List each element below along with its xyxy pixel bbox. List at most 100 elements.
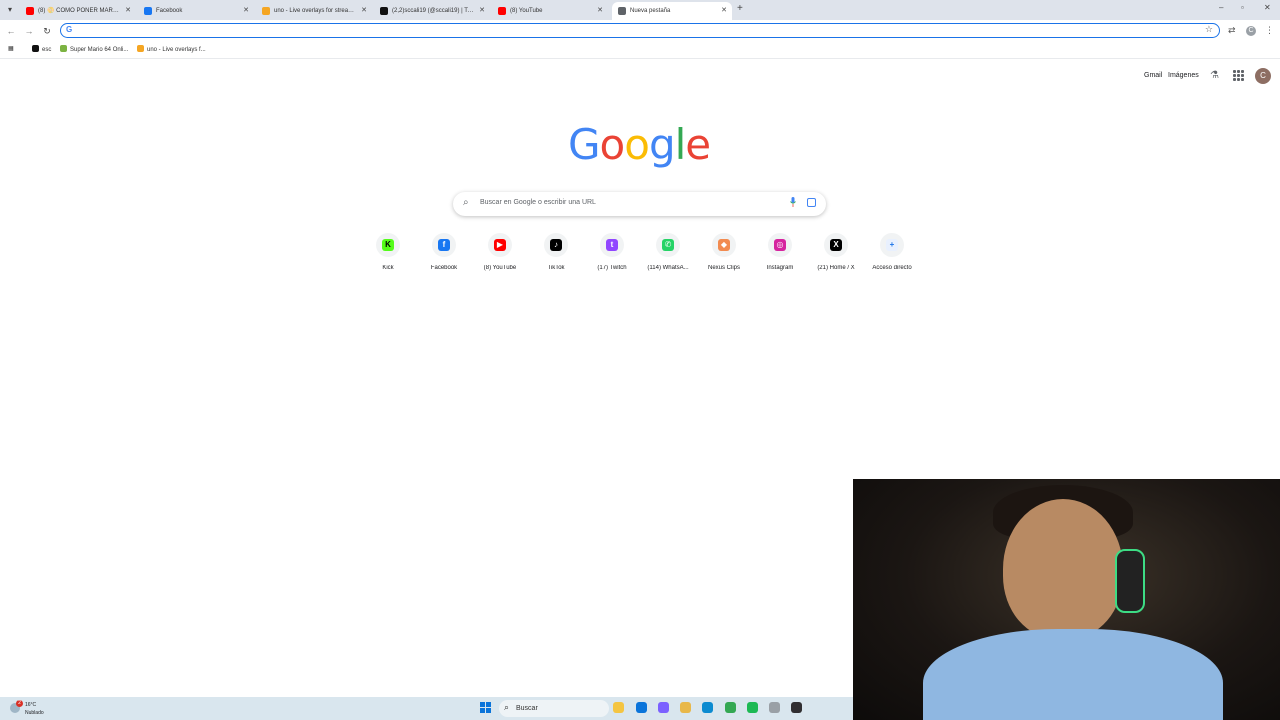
taskbar-app-file-explorer-icon[interactable] (613, 702, 624, 713)
tab-close-icon[interactable]: ✕ (242, 2, 250, 20)
shortcut-tile[interactable]: ✆ (114) WhatsA... (640, 233, 696, 275)
taskbar-search-label: Buscar (516, 705, 538, 712)
maximize-icon[interactable]: ▫ (1241, 3, 1244, 12)
bookmark-favicon-icon (32, 45, 39, 52)
address-bar[interactable]: G ☆ (60, 23, 1220, 38)
tab-favicon-icon (26, 7, 34, 15)
images-link[interactable]: Imágenes (1168, 72, 1199, 79)
shortcut-icon: f (438, 239, 450, 251)
browser-tab[interactable]: Nueva pestaña ✕ (612, 2, 732, 20)
shortcut-tile[interactable]: ♪ TikTok (528, 233, 584, 275)
tab-favicon-icon (262, 7, 270, 15)
shortcut-tile[interactable]: ◎ Instagram (752, 233, 808, 275)
tab-favicon-icon (498, 7, 506, 15)
taskbar-search[interactable]: ⌕ Buscar (499, 700, 609, 717)
windows-taskbar: 2 16°C Nublado ⌕ Buscar (0, 697, 853, 720)
taskbar-app-folder-icon[interactable] (680, 702, 691, 713)
tab-close-icon[interactable]: ✕ (720, 2, 728, 20)
logo-letter: g (648, 120, 676, 169)
logo-letter: o (599, 120, 626, 169)
taskbar-app-copilot-icon[interactable] (658, 702, 669, 713)
tab-title: (8) YouTube (510, 8, 543, 14)
tab-search-icon[interactable]: ▾ (4, 4, 16, 16)
taskbar-app-app-icon[interactable] (769, 702, 780, 713)
shortcut-icon: ♪ (550, 239, 562, 251)
voice-search-icon[interactable] (790, 197, 796, 207)
browser-tab[interactable]: Facebook ✕ (138, 2, 254, 20)
browser-toolbar: ← → ↻ G ☆ ⇄ ⋮ (0, 20, 1280, 42)
bookmark-label: esc (42, 47, 52, 53)
shortcut-circle: X (824, 233, 848, 257)
shortcut-circle: ◎ (768, 233, 792, 257)
profile-button[interactable]: C (1246, 26, 1256, 36)
shortcut-tile[interactable]: ▶ (8) YouTube (472, 233, 528, 275)
shortcut-circle: f (432, 233, 456, 257)
tab-title: Nueva pestaña (630, 8, 671, 14)
webcam-overlay (853, 479, 1280, 720)
shortcut-circle: t (600, 233, 624, 257)
browser-tab[interactable]: (2,2)sccali19 (@sccali19) | TikTok ✕ (374, 2, 490, 20)
shortcut-tile[interactable]: ◆ Nexus Clips (696, 233, 752, 275)
shortcut-label: (114) WhatsA... (647, 265, 689, 271)
labs-flask-icon[interactable]: ⚗ (1210, 70, 1219, 81)
shortcut-tile[interactable]: K Kick (360, 233, 416, 275)
shortcut-label: (21) Home / X (817, 265, 855, 271)
new-tab-button[interactable]: + (737, 3, 743, 14)
taskbar-app-edge-icon[interactable] (702, 702, 713, 713)
bookmark-item[interactable]: uno - Live overlays f... (137, 45, 206, 53)
google-lens-icon[interactable] (807, 198, 816, 207)
start-button-icon[interactable] (480, 702, 491, 713)
tab-close-icon[interactable]: ✕ (124, 2, 132, 20)
google-g-icon: G (66, 25, 73, 34)
taskbar-app-spotify-icon[interactable] (747, 702, 758, 713)
extensions-icon[interactable]: ⇄ (1228, 25, 1236, 36)
tab-favicon-icon (380, 7, 388, 15)
tab-close-icon[interactable]: ✕ (360, 2, 368, 20)
shortcut-icon: X (830, 239, 842, 251)
weather-condition: Nublado (25, 710, 44, 716)
tab-favicon-icon (144, 7, 152, 15)
bookmark-label: Super Mario 64 Onli... (70, 47, 129, 53)
reload-icon[interactable]: ↻ (41, 25, 53, 37)
shortcut-tile[interactable]: t (17) Twitch (584, 233, 640, 275)
google-apps-icon[interactable] (1233, 70, 1244, 81)
search-input[interactable]: Buscar en Google o escribir una URL (480, 199, 596, 206)
tab-close-icon[interactable]: ✕ (596, 2, 604, 20)
shortcut-circle: ♪ (544, 233, 568, 257)
close-window-icon[interactable]: ✕ (1264, 3, 1271, 12)
shortcut-tile[interactable]: f Facebook (416, 233, 472, 275)
shortcut-tile[interactable]: X (21) Home / X (808, 233, 864, 275)
shortcut-label: Instagram (766, 265, 794, 271)
forward-icon[interactable]: → (23, 25, 35, 37)
tab-close-icon[interactable]: ✕ (478, 2, 486, 20)
shortcut-tile[interactable]: + Acceso directo (864, 233, 920, 275)
tab-title: (8) 📀 COMO PONER MARCAD (38, 8, 120, 14)
account-avatar[interactable]: C (1255, 68, 1271, 84)
shortcut-label: Nexus Clips (707, 265, 740, 271)
apps-shortcut-icon[interactable]: ▦ (8, 45, 14, 52)
shortcut-icon: ◎ (774, 239, 786, 251)
taskbar-app-chrome-icon[interactable] (725, 702, 736, 713)
taskbar-search-icon: ⌕ (504, 702, 510, 712)
weather-badge: 2 (16, 700, 23, 707)
taskbar-app-obs-icon[interactable] (791, 702, 802, 713)
bookmark-item[interactable]: Super Mario 64 Onli... (60, 45, 128, 53)
bookmark-star-icon[interactable]: ☆ (1205, 24, 1213, 35)
shortcut-icon: t (606, 239, 618, 251)
browser-tab[interactable]: uno - Live overlays for streamin ✕ (256, 2, 372, 20)
browser-tab[interactable]: (8) YouTube ✕ (492, 2, 608, 20)
tab-title: uno - Live overlays for streamin (274, 8, 356, 14)
browser-tab[interactable]: (8) 📀 COMO PONER MARCAD ✕ (20, 2, 136, 20)
logo-letter: l (674, 120, 687, 169)
minimize-icon[interactable]: – (1219, 3, 1223, 12)
shortcut-circle: ✆ (656, 233, 680, 257)
bookmark-item[interactable]: esc (32, 45, 51, 53)
menu-icon[interactable]: ⋮ (1265, 25, 1274, 36)
taskbar-app-store-icon[interactable] (636, 702, 647, 713)
shortcut-circle: + (880, 233, 904, 257)
weather-widget[interactable]: 2 16°C Nublado (10, 700, 70, 718)
gmail-link[interactable]: Gmail (1144, 72, 1162, 79)
back-icon[interactable]: ← (5, 25, 17, 37)
webcam-person-face (1003, 499, 1123, 639)
search-box[interactable]: ⌕ Buscar en Google o escribir una URL (453, 192, 826, 216)
